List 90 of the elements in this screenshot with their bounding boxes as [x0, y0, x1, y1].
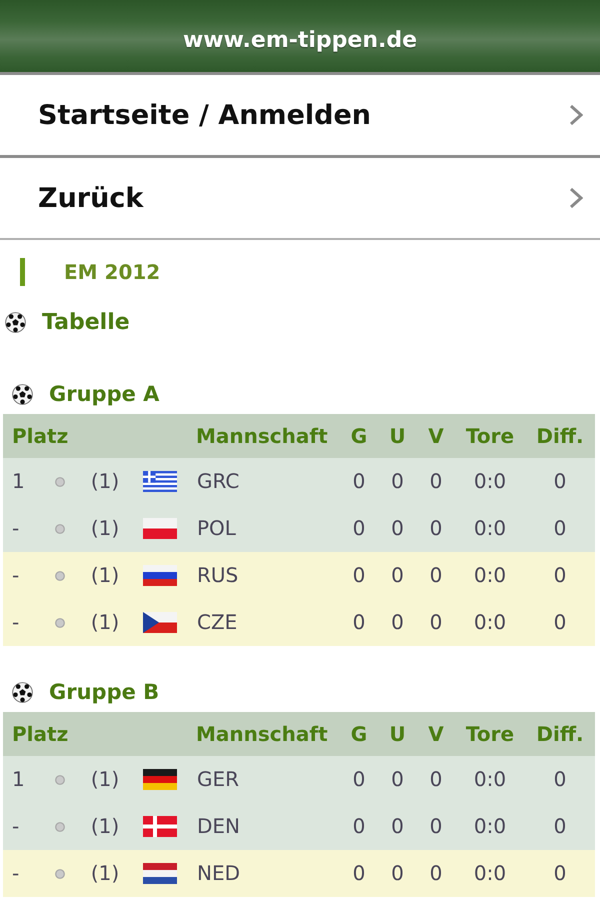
column-header: Tore	[464, 424, 516, 448]
column-header: Mannschaft	[195, 424, 329, 448]
table-cell-text: (1)	[90, 816, 120, 837]
table-cell-text: CZE	[196, 612, 238, 633]
table-cell-text: 0	[352, 565, 366, 586]
column-header: U	[388, 722, 407, 746]
table-cell-text: 0	[390, 612, 405, 633]
table-cell-text: 0	[552, 769, 568, 790]
column-header: Mannschaft	[195, 722, 329, 746]
table-cell-text: 0:0	[472, 816, 508, 837]
table-cell-text: -	[11, 863, 20, 884]
chevron-icon	[569, 104, 583, 126]
table-cell-text: 0	[552, 816, 568, 837]
table-cell-text: 0	[552, 565, 568, 586]
column-header: Platz	[11, 424, 70, 448]
chevron-icon	[569, 187, 583, 209]
column-header: G	[350, 722, 368, 746]
table-cell-text: 0	[352, 471, 366, 492]
table-cell-text: (1)	[90, 863, 120, 884]
table-cell-text: 0:0	[472, 518, 508, 539]
table-cell-text: 0	[352, 769, 366, 790]
table-cell-text: POL	[196, 518, 237, 539]
nav-link[interactable]: Startseite / Anmelden	[0, 75, 600, 158]
column-header: Tore	[464, 722, 516, 746]
table-cell-text: (1)	[90, 769, 120, 790]
table-cell-text: 0	[552, 612, 568, 633]
table-cell-text: 0	[352, 816, 366, 837]
soccer-ball-icon	[5, 312, 26, 332]
table-cell-text: 0	[390, 518, 405, 539]
column-header: U	[388, 424, 407, 448]
table-cell-text: 0:0	[472, 769, 508, 790]
site-title: www.em-tippen.de	[182, 28, 418, 52]
table-cell-text: 0	[352, 612, 366, 633]
table-cell-text: 0	[552, 471, 568, 492]
table-cell-text: (1)	[90, 518, 120, 539]
column-header: V	[427, 722, 445, 746]
table-cell-text: GER	[196, 769, 240, 790]
accent-bar	[20, 258, 25, 286]
table-cell-text: 0	[428, 816, 444, 837]
table-cell-text: 0:0	[472, 565, 508, 586]
table-cell-text: -	[11, 612, 20, 633]
table-cell-text: NED	[196, 863, 241, 884]
status-dot-icon	[55, 476, 65, 486]
table-cell-text: 0	[352, 518, 366, 539]
soccer-ball-icon	[12, 682, 33, 702]
group-title: Gruppe B	[49, 680, 160, 704]
column-header: Platz	[11, 722, 70, 746]
column-header: Diff.	[535, 424, 585, 448]
table-cell-text: 0	[390, 816, 405, 837]
nav-link[interactable]: Zurück	[0, 158, 600, 240]
table-cell-text: 0	[552, 863, 568, 884]
table-cell-text: 0	[428, 565, 444, 586]
status-dot-icon	[55, 524, 65, 534]
table-cell-text: RUS	[196, 565, 240, 586]
table-cell-text: 0	[428, 769, 444, 790]
table-cell-text: -	[11, 518, 20, 539]
table-cell-text: (1)	[90, 612, 120, 633]
column-header: Diff.	[535, 722, 585, 746]
soccer-ball-icon	[12, 384, 33, 404]
table-cell-text: 1	[11, 769, 26, 790]
status-dot-icon	[55, 868, 65, 878]
table-cell-text: 0	[428, 863, 444, 884]
table-cell-text: 0	[428, 612, 444, 633]
table-cell-text: GRC	[196, 471, 240, 492]
table-cell-text: 0:0	[472, 612, 508, 633]
status-dot-icon	[55, 822, 65, 832]
table-cell-text: 0	[390, 471, 405, 492]
table-cell-text: (1)	[90, 471, 120, 492]
table-cell-text: 0	[390, 769, 405, 790]
section-title: EM 2012	[64, 260, 160, 284]
column-header: V	[427, 424, 445, 448]
table-cell-text: 0	[552, 518, 568, 539]
table-cell-text: -	[11, 565, 20, 586]
table-cell-text: 0:0	[472, 471, 508, 492]
status-dot-icon	[55, 618, 65, 628]
status-dot-icon	[55, 570, 65, 580]
status-dot-icon	[55, 774, 65, 784]
table-cell-text: 0	[428, 471, 444, 492]
table-cell-text: 0	[390, 565, 405, 586]
table-cell-text: 0	[352, 863, 366, 884]
table-cell-text: 0	[428, 518, 444, 539]
table-cell-text: 0	[390, 863, 405, 884]
table-cell-text: 1	[11, 471, 26, 492]
group-title: Gruppe A	[49, 382, 160, 406]
table-cell-text: (1)	[90, 565, 120, 586]
table-cell-text: DEN	[196, 816, 241, 837]
column-header: G	[350, 424, 368, 448]
page-title: Tabelle	[42, 310, 130, 334]
table-cell-text: 0:0	[472, 863, 508, 884]
table-cell-text: -	[11, 816, 20, 837]
